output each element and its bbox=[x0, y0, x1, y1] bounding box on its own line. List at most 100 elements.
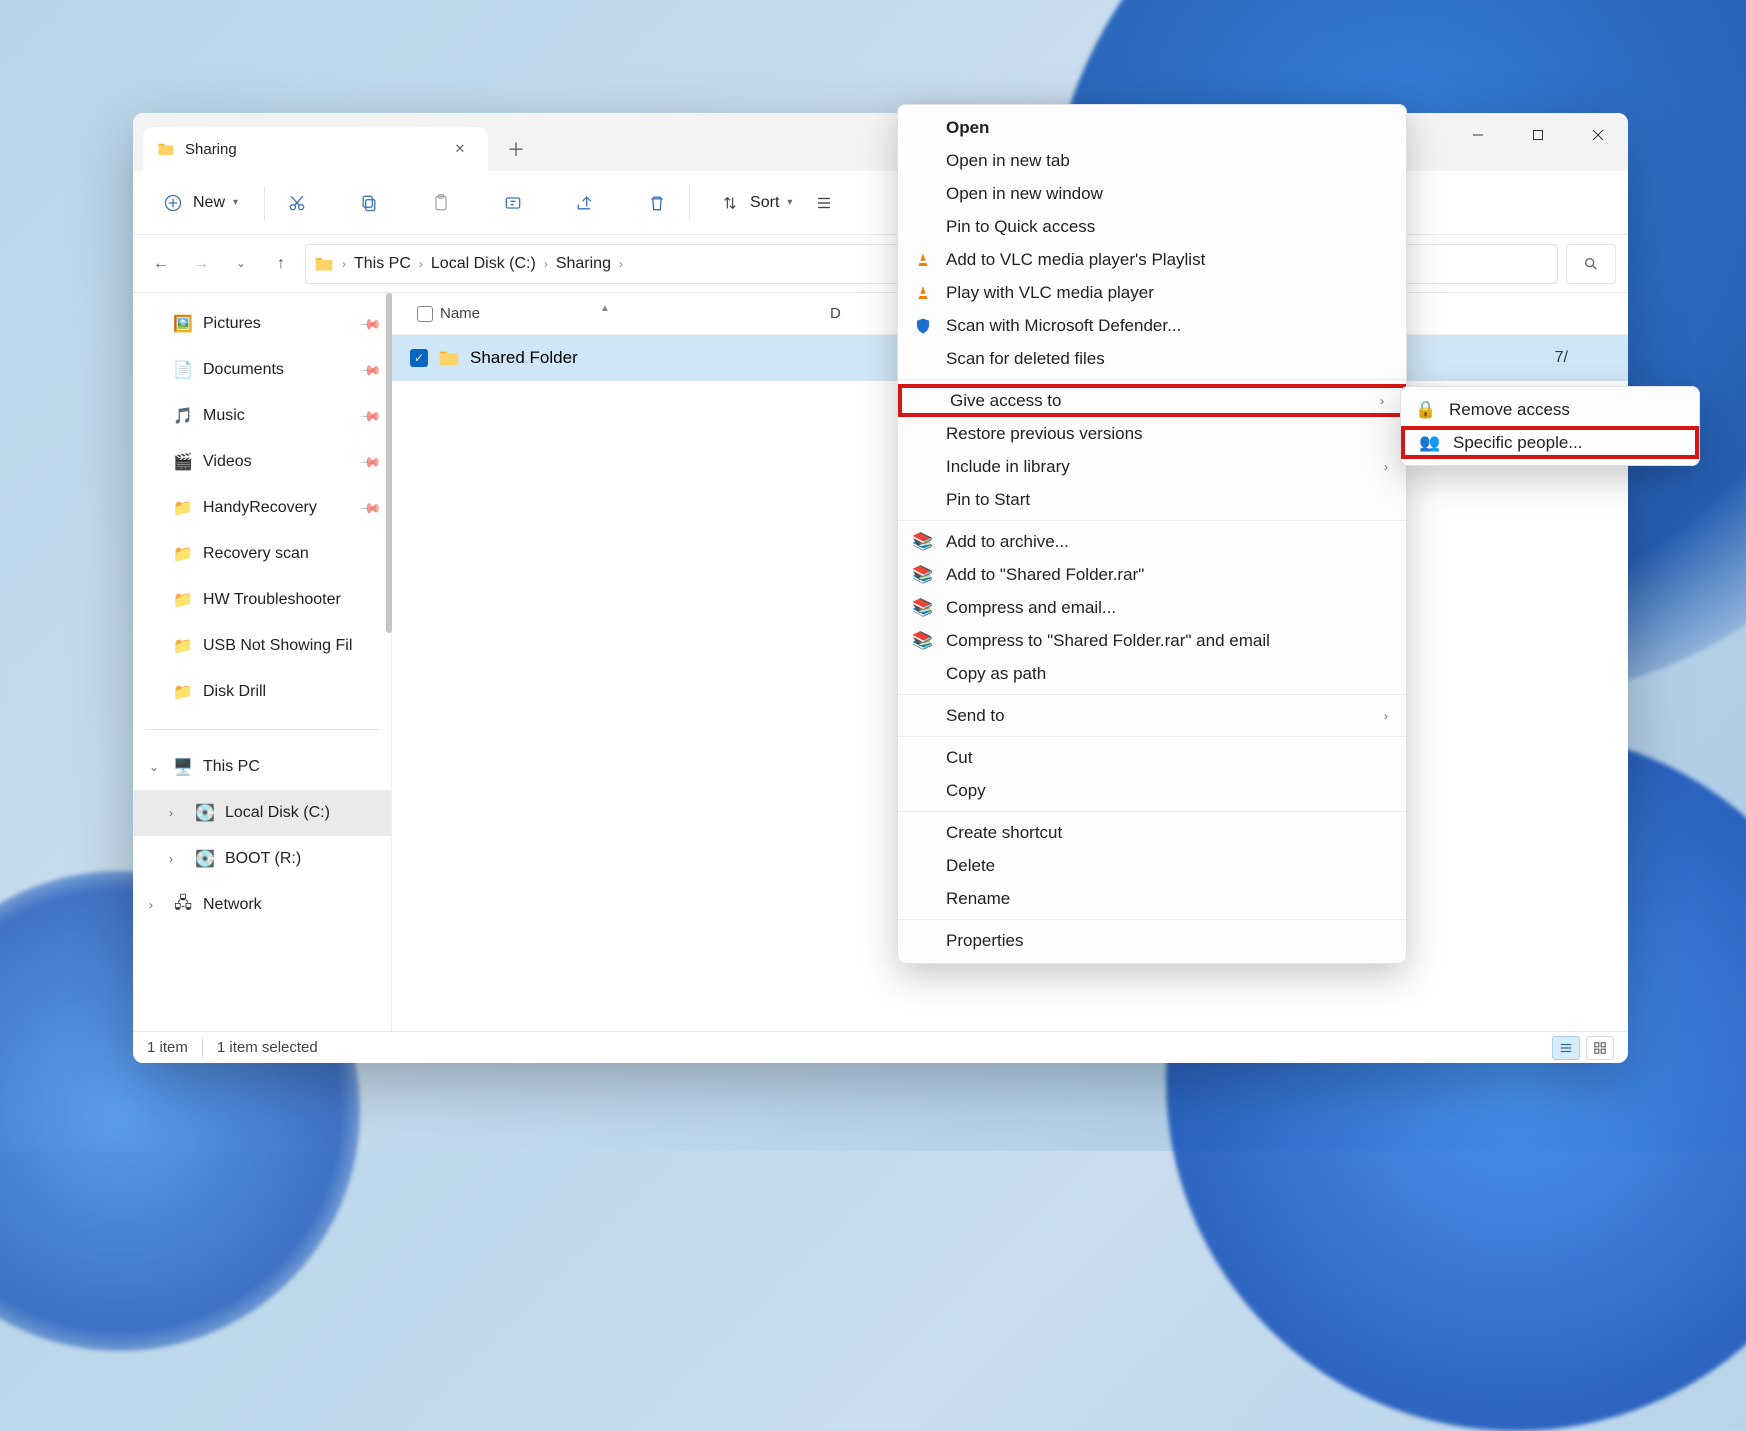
menu-open-new-window[interactable]: Open in new window bbox=[898, 177, 1406, 210]
menu-delete[interactable]: Delete bbox=[898, 849, 1406, 882]
sidebar-label: This PC bbox=[203, 758, 260, 776]
tab-title: Sharing bbox=[185, 141, 448, 158]
menu-compress-email[interactable]: 📚Compress and email... bbox=[898, 591, 1406, 624]
row-checkbox[interactable]: ✓ bbox=[410, 349, 428, 367]
sidebar-item-hwtroubleshooter[interactable]: 📁 HW Troubleshooter bbox=[133, 577, 391, 623]
pin-icon: 📌 bbox=[358, 496, 382, 520]
menu-restore-versions[interactable]: Restore previous versions bbox=[898, 417, 1406, 450]
scrollbar[interactable] bbox=[386, 293, 392, 633]
crumb-localc[interactable]: Local Disk (C:) bbox=[431, 255, 536, 273]
crumb-sharing[interactable]: Sharing bbox=[556, 255, 611, 273]
menu-send-to[interactable]: Send to› bbox=[898, 699, 1406, 732]
chevron-down-icon: ▾ bbox=[787, 197, 792, 208]
sidebar-item-diskdrill[interactable]: 📁Disk Drill bbox=[133, 669, 391, 715]
menu-copy[interactable]: Copy bbox=[898, 774, 1406, 807]
menu-cut[interactable]: Cut bbox=[898, 741, 1406, 774]
submenu-remove-access[interactable]: 🔒Remove access bbox=[1401, 393, 1699, 426]
winrar-icon: 📚 bbox=[912, 597, 934, 619]
sidebar-label: Network bbox=[203, 896, 262, 914]
tab-sharing[interactable]: Sharing ✕ bbox=[143, 127, 488, 171]
sidebar-item-music[interactable]: 🎵Music📌 bbox=[133, 393, 391, 439]
menu-pin-quick-access[interactable]: Pin to Quick access bbox=[898, 210, 1406, 243]
new-tab-button[interactable]: ＋ bbox=[494, 127, 538, 171]
menu-open-new-tab[interactable]: Open in new tab bbox=[898, 144, 1406, 177]
menu-defender-scan[interactable]: Scan with Microsoft Defender... bbox=[898, 309, 1406, 342]
menu-give-access-to[interactable]: Give access to› bbox=[898, 384, 1406, 417]
paste-icon[interactable] bbox=[427, 189, 455, 217]
folder-icon: 📁 bbox=[173, 498, 193, 518]
sort-button[interactable]: Sort▾ bbox=[708, 183, 800, 223]
crumb-thispc[interactable]: This PC bbox=[354, 255, 411, 273]
menu-vlc-playlist[interactable]: Add to VLC media player's Playlist bbox=[898, 243, 1406, 276]
select-all-checkbox[interactable] bbox=[417, 306, 433, 322]
submenu-arrow-icon: › bbox=[1384, 709, 1388, 723]
sidebar-item-pictures[interactable]: 🖼️Pictures📌 bbox=[133, 301, 391, 347]
music-icon: 🎵 bbox=[173, 406, 193, 426]
expand-icon[interactable]: › bbox=[169, 806, 173, 820]
menu-vlc-play[interactable]: Play with VLC media player bbox=[898, 276, 1406, 309]
chevron-down-icon: ▾ bbox=[233, 197, 238, 208]
menu-create-shortcut[interactable]: Create shortcut bbox=[898, 816, 1406, 849]
copy-icon[interactable] bbox=[355, 189, 383, 217]
cut-icon[interactable] bbox=[283, 189, 311, 217]
sidebar-item-thispc[interactable]: ⌄🖥️This PC bbox=[133, 744, 391, 790]
up-button[interactable]: ↑ bbox=[265, 248, 297, 280]
collapse-icon[interactable]: ⌄ bbox=[149, 760, 159, 774]
menu-compress-rar-email[interactable]: 📚Compress to "Shared Folder.rar" and ema… bbox=[898, 624, 1406, 657]
sidebar-item-usb[interactable]: 📁USB Not Showing Fil bbox=[133, 623, 391, 669]
menu-copy-path[interactable]: Copy as path bbox=[898, 657, 1406, 690]
sidebar-item-localc[interactable]: ›💽Local Disk (C:) bbox=[133, 790, 391, 836]
rename-icon[interactable] bbox=[499, 189, 527, 217]
menu-scan-deleted[interactable]: Scan for deleted files bbox=[898, 342, 1406, 375]
menu-include-library[interactable]: Include in library› bbox=[898, 450, 1406, 483]
menu-add-archive[interactable]: 📚Add to archive... bbox=[898, 525, 1406, 558]
col-date: D bbox=[830, 305, 900, 322]
sidebar-item-boot[interactable]: ›💽BOOT (R:) bbox=[133, 836, 391, 882]
submenu-specific-people[interactable]: 👥Specific people... bbox=[1401, 426, 1699, 459]
expand-icon[interactable]: › bbox=[169, 852, 173, 866]
details-view-button[interactable] bbox=[1552, 1036, 1580, 1060]
view-icon[interactable] bbox=[810, 189, 838, 217]
delete-icon[interactable] bbox=[643, 189, 671, 217]
menu-rename[interactable]: Rename bbox=[898, 882, 1406, 915]
minimize-button[interactable] bbox=[1448, 113, 1508, 157]
expand-icon[interactable]: › bbox=[149, 898, 153, 912]
sidebar-label: Pictures bbox=[203, 315, 261, 333]
forward-button[interactable]: → bbox=[185, 248, 217, 280]
tab-close-icon[interactable]: ✕ bbox=[448, 137, 472, 161]
status-bar: 1 item 1 item selected bbox=[133, 1031, 1628, 1063]
documents-icon: 📄 bbox=[173, 360, 193, 380]
sidebar-item-recoveryscan[interactable]: 📁 Recovery scan bbox=[133, 531, 391, 577]
videos-icon: 🎬 bbox=[173, 452, 193, 472]
recent-dropdown[interactable]: ⌄ bbox=[225, 248, 257, 280]
submenu-arrow-icon: › bbox=[1380, 394, 1384, 408]
folder-icon: 📁 bbox=[173, 544, 193, 564]
menu-pin-start[interactable]: Pin to Start bbox=[898, 483, 1406, 516]
new-button[interactable]: New▾ bbox=[151, 183, 246, 223]
winrar-icon: 📚 bbox=[912, 531, 934, 553]
maximize-button[interactable] bbox=[1508, 113, 1568, 157]
pin-icon: 📌 bbox=[358, 450, 382, 474]
shield-icon bbox=[912, 315, 934, 337]
share-icon[interactable] bbox=[571, 189, 599, 217]
vlc-icon bbox=[912, 282, 934, 304]
back-button[interactable]: ← bbox=[145, 248, 177, 280]
folder-icon: 📁 bbox=[173, 590, 193, 610]
menu-add-rar[interactable]: 📚Add to "Shared Folder.rar" bbox=[898, 558, 1406, 591]
sidebar-label: HW Troubleshooter bbox=[203, 591, 341, 609]
menu-properties[interactable]: Properties bbox=[898, 924, 1406, 957]
sidebar-item-handyrecovery[interactable]: 📁HandyRecovery📌 bbox=[133, 485, 391, 531]
menu-open[interactable]: Open bbox=[898, 111, 1406, 144]
sidebar-item-documents[interactable]: 📄Documents📌 bbox=[133, 347, 391, 393]
winrar-icon: 📚 bbox=[912, 630, 934, 652]
sort-icon bbox=[716, 189, 744, 217]
close-button[interactable] bbox=[1568, 113, 1628, 157]
search-button[interactable] bbox=[1566, 244, 1616, 284]
sidebar-item-network[interactable]: ›🖧Network bbox=[133, 882, 391, 928]
drive-icon: 💽 bbox=[195, 849, 215, 869]
folder-icon: 📁 bbox=[173, 636, 193, 656]
sidebar-label: Recovery scan bbox=[203, 545, 309, 563]
thumbnails-view-button[interactable] bbox=[1586, 1036, 1614, 1060]
sidebar-item-videos[interactable]: 🎬Videos📌 bbox=[133, 439, 391, 485]
pin-icon: 📌 bbox=[358, 312, 382, 336]
